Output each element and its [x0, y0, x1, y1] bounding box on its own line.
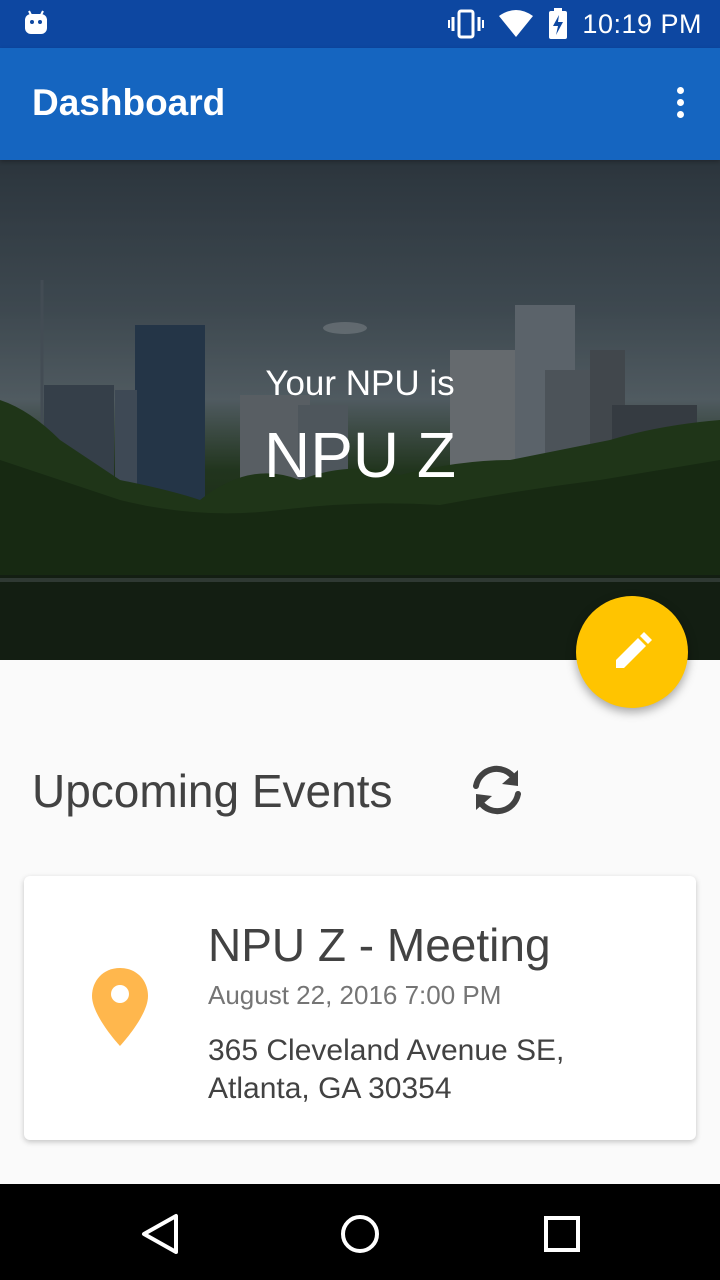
battery-charging-icon [548, 8, 568, 40]
edit-fab-button[interactable] [576, 596, 688, 708]
home-icon[interactable] [338, 1212, 382, 1256]
back-icon[interactable] [138, 1212, 182, 1256]
android-icon [22, 8, 50, 36]
npu-name: NPU Z [264, 419, 456, 491]
refresh-icon[interactable] [466, 762, 528, 818]
hero-subtitle: Your NPU is [265, 364, 455, 403]
event-address-line2: Atlanta, GA 30354 [208, 1072, 452, 1105]
navigation-bar [0, 1184, 720, 1280]
event-title: NPU Z - Meeting [208, 919, 551, 971]
event-address-line1: 365 Cleveland Avenue SE, [208, 1034, 565, 1067]
hero-banner: Your NPU is NPU Z [0, 160, 720, 660]
event-address: 365 Cleveland Avenue SE, Atlanta, GA 303… [208, 1032, 564, 1108]
recents-icon[interactable] [540, 1212, 584, 1256]
edit-pencil-icon [616, 632, 652, 668]
location-pin-icon [90, 966, 150, 1050]
vibrate-icon [448, 9, 485, 39]
event-card[interactable]: NPU Z - Meeting August 22, 2016 7:00 PM … [24, 876, 696, 1140]
status-bar: 10:19 PM [0, 0, 720, 48]
more-vert-icon[interactable] [668, 84, 692, 124]
wifi-icon [498, 10, 534, 38]
event-date: August 22, 2016 7:00 PM [208, 980, 502, 1010]
section-title: Upcoming Events [32, 765, 393, 817]
status-time: 10:19 PM [582, 8, 702, 39]
app-title: Dashboard [32, 82, 226, 123]
app-bar: Dashboard [0, 48, 720, 160]
